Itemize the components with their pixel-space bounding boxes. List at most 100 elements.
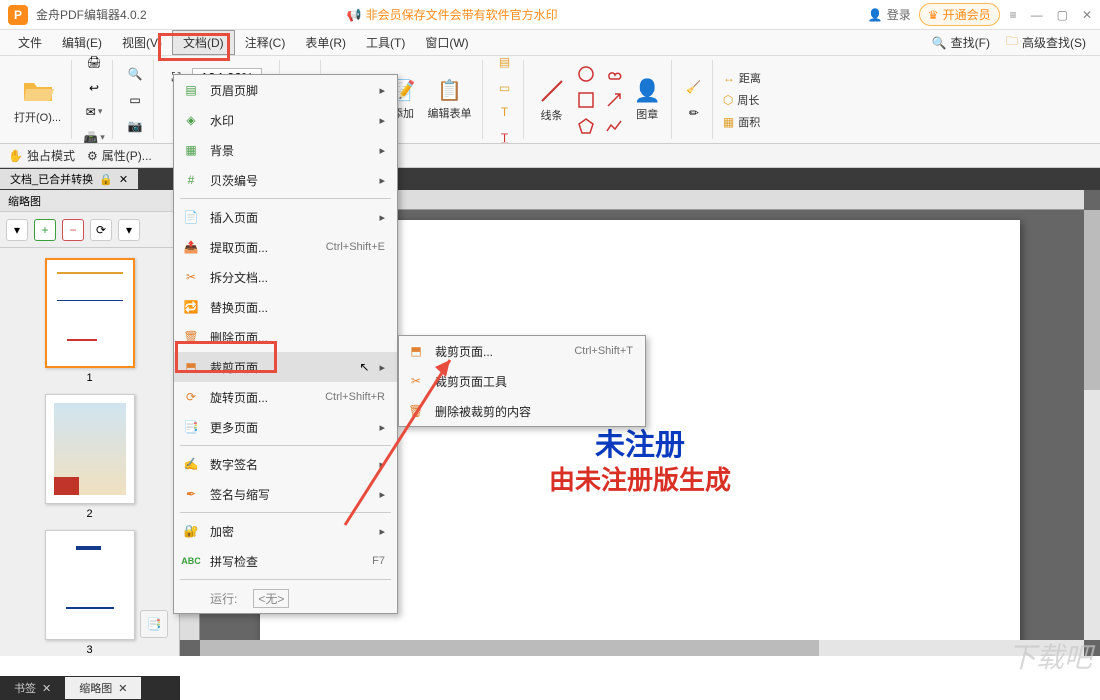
dd-encrypt[interactable]: 🔐加密▸ [174,516,397,546]
minimize-icon[interactable]: — [1031,8,1043,22]
vip-label: 开通会员 [943,6,991,23]
close-icon[interactable]: ✕ [1082,8,1092,22]
open-button[interactable]: 打开(O)... [10,71,65,129]
dd-run[interactable]: 运行:<无> [174,583,397,613]
perimeter-tool[interactable]: ⬡周长 [723,92,761,108]
menu-document[interactable]: 文档(D) [172,30,235,55]
properties-button[interactable]: ⚙ 属性(P)... [87,147,152,164]
line-tool-button[interactable]: 线条 [534,73,570,127]
dd-digital-sign[interactable]: ✍数字签名▸ [174,449,397,479]
h-scroll-thumb[interactable] [200,640,819,656]
background-icon: ▦ [182,141,200,159]
form-icon: 📋 [437,78,462,103]
horizontal-scrollbar[interactable] [200,640,1084,656]
polyline-icon[interactable] [602,114,626,138]
chevron-right-icon: ▸ [379,488,385,501]
bottom-tab-bar: 书签✕ 缩略图✕ [0,676,180,700]
thumbnail-list[interactable]: 1 2 3 [0,248,179,656]
menu-form[interactable]: 表单(R) [295,31,356,54]
vertical-scrollbar[interactable] [1084,210,1100,640]
exclusive-mode-button[interactable]: ✋ 独占模式 [8,147,75,164]
login-button[interactable]: 👤 登录 [860,4,919,25]
app-title: 金舟PDF编辑器4.0.2 [36,6,147,23]
pencil-icon[interactable]: ✏ [682,101,706,125]
snapshot-icon[interactable]: 📷 [123,114,147,138]
button-field-icon[interactable]: ▭ [493,76,517,100]
edit-form-button[interactable]: 📋 编辑表单 [424,74,476,125]
dd-spell-check[interactable]: ABC拼写检查F7 [174,546,397,576]
revert-icon[interactable]: ↩ [82,76,106,100]
copy-pages-icon[interactable]: 📑 [140,610,168,638]
mail-icon[interactable]: ✉▾ [82,100,106,124]
thumb-more-icon[interactable]: ▾ [118,219,140,241]
select-tool-icon[interactable]: ▭ [123,88,147,112]
menu-edit[interactable]: 编辑(E) [52,31,112,54]
highlight-icon[interactable]: T [493,100,517,124]
dd-sign-initial[interactable]: ✒签名与缩写▸ [174,479,397,509]
sub-crop-pages[interactable]: ⬒裁剪页面...Ctrl+Shift+T [399,336,645,366]
dd-crop-pages[interactable]: ⬒裁剪页面↖▸ [174,352,397,382]
polygon-icon[interactable] [574,114,598,138]
dd-delete-pages[interactable]: 🗑删除页面... [174,322,397,352]
dd-bates[interactable]: #贝茨编号▸ [174,165,397,195]
hamburger-icon[interactable]: ≡ [1010,8,1017,22]
search-doc-icon[interactable]: 🔍 [123,62,147,86]
thumbnail-3[interactable]: 3 [45,530,135,656]
thumb-zoom-in-icon[interactable]: + [34,219,56,241]
dd-replace-pages[interactable]: 🔁替换页面... [174,292,397,322]
dd-split-doc[interactable]: ✂拆分文档... [174,262,397,292]
btab-close-icon[interactable]: ✕ [42,683,51,695]
window-controls: ≡ — ▢ ✕ [1010,8,1092,22]
menu-file[interactable]: 文件 [8,31,52,54]
dd-extract-pages[interactable]: 📤提取页面...Ctrl+Shift+E [174,232,397,262]
thumbnail-1[interactable]: 1 [45,258,135,384]
thumb-num-1: 1 [45,372,135,384]
stamp-button[interactable]: 👤 图章 [630,74,665,126]
dd-header-footer[interactable]: ▤页眉页脚▸ [174,75,397,105]
print-icon[interactable]: 🖨 [82,56,106,74]
btab-thumbnail[interactable]: 缩略图✕ [65,677,141,699]
area-tool[interactable]: ▦面积 [723,114,761,130]
menu-window[interactable]: 窗口(W) [415,31,478,54]
dd-rotate-pages[interactable]: ⟳旋转页面...Ctrl+Shift+R [174,382,397,412]
insert-page-icon: 📄 [182,208,200,226]
btab-bookmark[interactable]: 书签✕ [0,677,65,699]
thumb-zoom-out-icon[interactable]: − [62,219,84,241]
thumbnail-2[interactable]: 2 [45,394,135,520]
sub-remove-cropped[interactable]: 🗑删除被裁剪的内容 [399,396,645,426]
menu-view[interactable]: 视图(V) [112,31,172,54]
thumb-rotate-icon[interactable]: ⟳ [90,219,112,241]
dd-insert-pages[interactable]: 📄插入页面▸ [174,202,397,232]
find-button[interactable]: 🔍 查找(F) [926,30,996,55]
tab-close-icon[interactable]: ✕ [119,173,128,186]
listbox-icon[interactable]: ▤ [493,56,517,74]
dd-more-pages[interactable]: 📑更多页面▸ [174,412,397,442]
scan-icon[interactable]: 📠▾ [82,126,106,145]
v-scroll-thumb[interactable] [1084,210,1100,390]
underline-icon[interactable]: T̲ [493,126,517,145]
square-icon[interactable] [574,88,598,112]
thumb-options-icon[interactable]: ▾ [6,219,28,241]
chevron-right-icon: ▸ [379,84,385,97]
sub-crop-tool[interactable]: ✂裁剪页面工具 [399,366,645,396]
dd-watermark[interactable]: ◈水印▸ [174,105,397,135]
menu-comment[interactable]: 注释(C) [235,31,296,54]
arrow-shape-icon[interactable] [602,88,626,112]
cloud-icon[interactable] [602,62,626,86]
eraser-icon[interactable]: 🧹 [682,75,706,99]
edit-form-label: 编辑表单 [428,105,472,121]
circle-icon[interactable] [574,62,598,86]
watermark-icon: ◈ [182,111,200,129]
vip-button[interactable]: ♛ 开通会员 [919,3,1000,26]
bates-icon: # [182,171,200,189]
maximize-icon[interactable]: ▢ [1057,8,1068,22]
document-tab[interactable]: 文档_已合并转换 🔒 ✕ [0,169,138,189]
btab-close-icon[interactable]: ✕ [118,683,127,695]
dd-background[interactable]: ▦背景▸ [174,135,397,165]
watermark-generated-by: 由未注册版生成 [549,460,731,497]
search-icon: 🔍 [932,36,947,50]
line-icon [538,77,566,105]
advanced-find-button[interactable]: 🗀 高级查找(S) [1000,30,1092,55]
menu-tools[interactable]: 工具(T) [356,31,415,54]
distance-tool[interactable]: ↔距离 [723,70,761,86]
